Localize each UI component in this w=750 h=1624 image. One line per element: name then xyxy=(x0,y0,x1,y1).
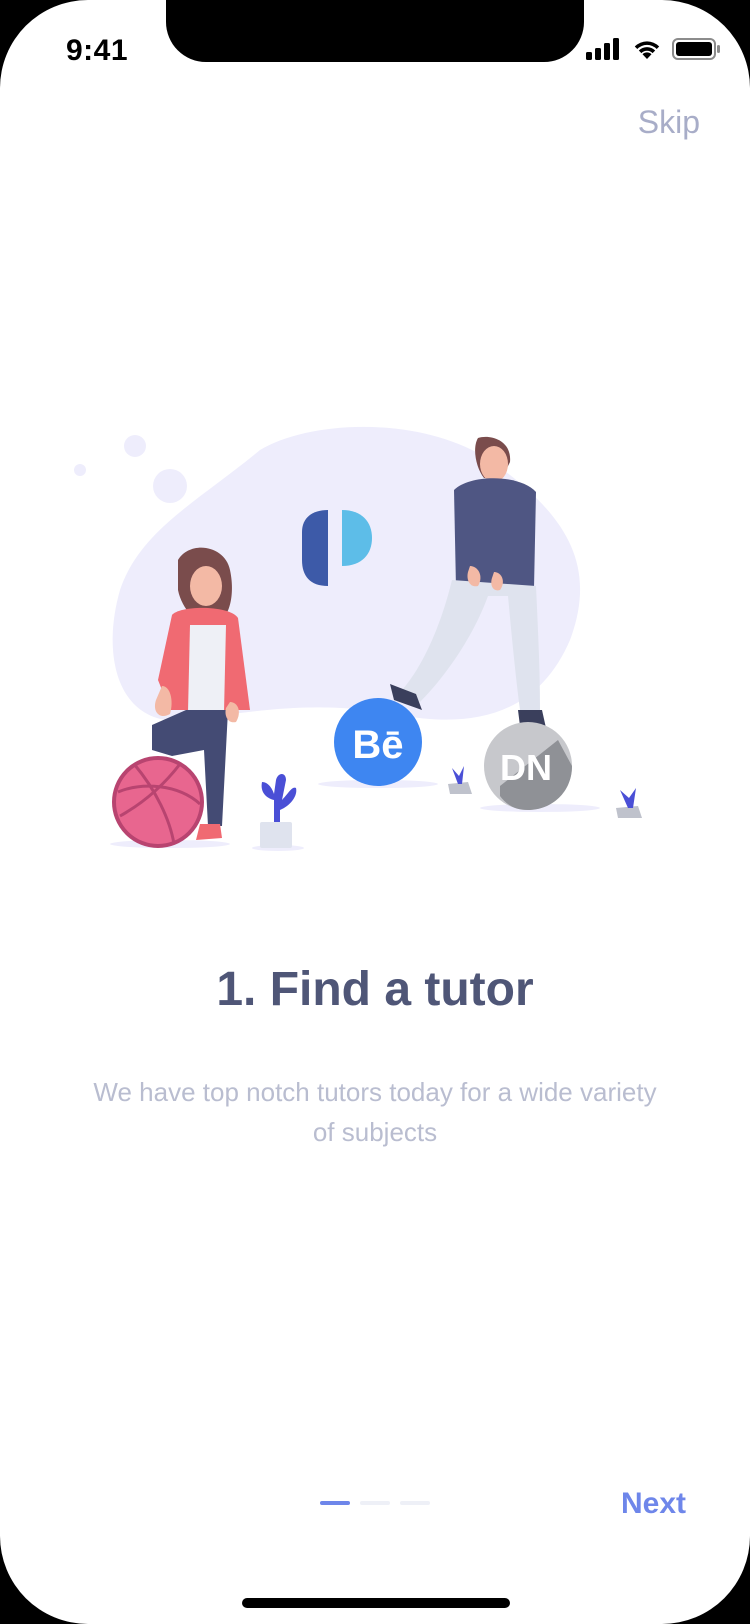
home-indicator[interactable] xyxy=(242,1598,510,1608)
next-button[interactable]: Next xyxy=(621,1487,686,1521)
rock-sprout-left xyxy=(448,766,472,794)
skip-button[interactable]: Skip xyxy=(638,104,700,141)
behance-label: Bē xyxy=(352,723,403,767)
bubble-small xyxy=(74,464,86,476)
bubble-medium xyxy=(124,435,146,457)
behance-ball-icon: Bē xyxy=(334,698,422,786)
status-time: 9:41 xyxy=(66,34,129,67)
page-indicator-dot-2 xyxy=(360,1501,390,1505)
cactus-plant xyxy=(260,774,297,848)
page-indicator-dot-3 xyxy=(400,1501,430,1505)
battery-icon xyxy=(672,38,720,60)
designer-news-ball-icon: DN xyxy=(484,722,572,810)
device-notch xyxy=(166,0,584,62)
signal-icon xyxy=(586,38,619,60)
status-icons xyxy=(586,38,720,60)
page-title: 1. Find a tutor xyxy=(216,963,534,1016)
bubble-large xyxy=(153,469,187,503)
phone-screen: 9:41 Skip Bē DN 1. Find a tutor We have … xyxy=(0,0,750,1624)
page-subtitle: We have top notch tutors today for a wid… xyxy=(93,1077,657,1147)
dribbble-ball-icon xyxy=(112,756,204,848)
wifi-icon xyxy=(634,41,660,59)
rock-sprout-right xyxy=(616,788,642,818)
page-indicator xyxy=(320,1501,430,1505)
designer-news-label: DN xyxy=(500,747,552,788)
page-indicator-dot-1 xyxy=(320,1501,350,1505)
onboarding-illustration: Bē DN xyxy=(74,426,642,851)
